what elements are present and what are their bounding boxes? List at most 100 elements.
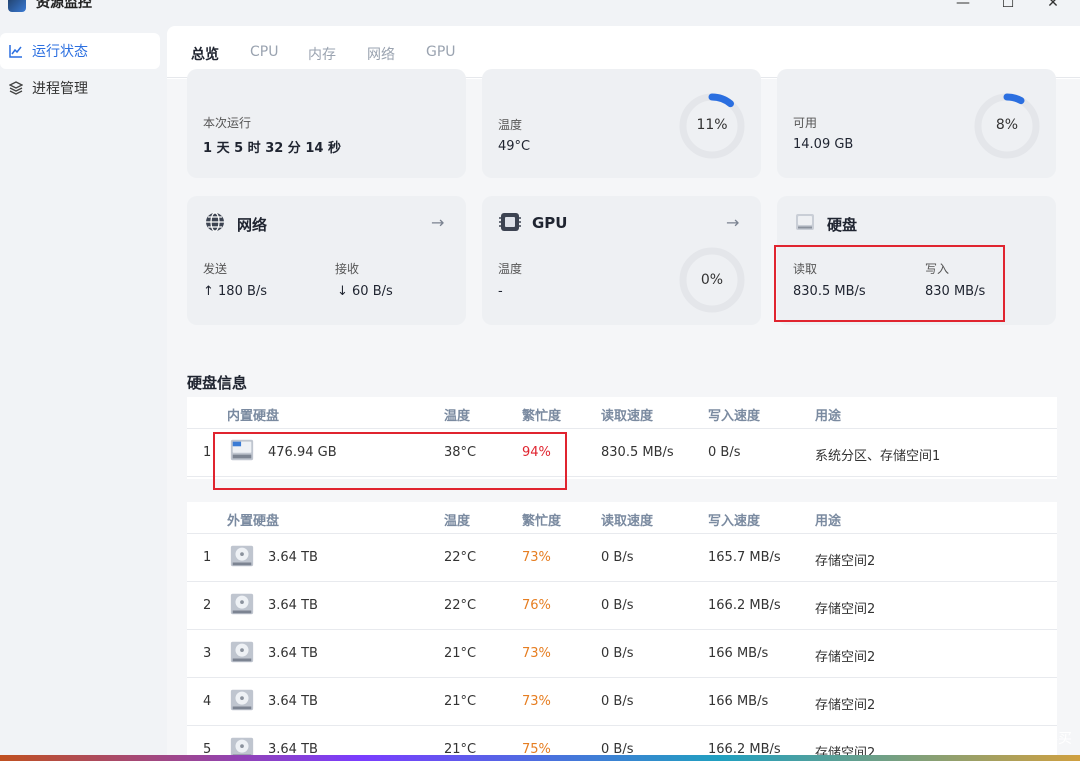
disk-size: 3.64 TB: [268, 550, 318, 565]
col-header: 繁忙度: [522, 514, 562, 529]
col-header: 读取速度: [601, 514, 654, 529]
disk-read-speed: 0 B/s: [601, 550, 634, 565]
disk-title: 硬盘: [827, 216, 858, 234]
disk-read-speed: 0 B/s: [601, 646, 634, 661]
col-header: 读取速度: [601, 409, 654, 424]
disk-size: 3.64 TB: [268, 646, 318, 661]
disk-temp: 21°C: [444, 646, 477, 661]
row-index: 3: [203, 646, 212, 661]
hard-disk-icon: [794, 211, 816, 233]
gpu-card[interactable]: GPU → 温度 - 0%: [482, 196, 761, 325]
overview-content: 本次运行 1 天 5 时 32 分 14 秒 温度 49°C 11% 可用 14…: [167, 69, 1080, 761]
cpu-temp-value: 49°C: [498, 139, 531, 154]
external-disk-table: 外置硬盘 温度 繁忙度 读取速度 写入速度 用途 1 3.64 TB 22°C 73%…: [187, 502, 1057, 761]
minimize-button[interactable]: —: [953, 0, 973, 12]
arrow-right-icon[interactable]: →: [431, 213, 444, 232]
arrow-right-icon[interactable]: →: [726, 213, 739, 232]
memory-available-label: 可用: [793, 116, 818, 130]
gpu-temp-value: -: [498, 284, 503, 299]
disk-write-speed: 165.7 MB/s: [708, 550, 781, 565]
app-title: 资源监控: [36, 0, 92, 11]
memory-available-value: 14.09 GB: [793, 137, 854, 152]
table-row[interactable]: 1 3.64 TB 22°C 73% 0 B/s 165.7 MB/s 存储空间2: [187, 534, 1057, 582]
cpu-card: 温度 49°C 11%: [482, 69, 761, 178]
disk-write-speed: 166 MB/s: [708, 694, 769, 709]
disk-read-speed: 830.5 MB/s: [601, 445, 674, 460]
highlight-box: [213, 432, 567, 490]
maximize-button[interactable]: ☐: [998, 0, 1018, 12]
watermark: 值 什么值得买: [983, 731, 1072, 747]
close-button[interactable]: ✕: [1043, 0, 1063, 12]
network-recv-value: ↓ 60 B/s: [337, 284, 393, 299]
hdd-icon: [230, 689, 254, 711]
tab-overview[interactable]: 总览: [191, 44, 219, 64]
disk-busy: 73%: [522, 694, 551, 709]
network-recv-label: 接收: [335, 262, 360, 276]
app-icon: [8, 0, 26, 12]
memory-usage-text: 8%: [995, 117, 1019, 133]
desktop-wallpaper-strip: [0, 755, 1080, 761]
col-header: 写入速度: [708, 514, 761, 529]
highlight-box: [774, 245, 1005, 322]
network-title: 网络: [237, 216, 268, 234]
layers-icon: [8, 80, 24, 96]
disk-usage: 存储空间2: [815, 698, 876, 713]
disk-info-title: 硬盘信息: [187, 374, 248, 392]
col-header: 温度: [444, 409, 471, 424]
cpu-usage-text: 11%: [696, 117, 728, 133]
disk-read-speed: 0 B/s: [601, 598, 634, 613]
tab-memory[interactable]: 内存: [308, 44, 336, 64]
row-index: 1: [203, 550, 212, 565]
cpu-temp-label: 温度: [498, 118, 523, 132]
uptime-card: 本次运行 1 天 5 时 32 分 14 秒: [187, 69, 466, 178]
disk-usage: 存储空间2: [815, 650, 876, 665]
sidebar-item-label: 运行状态: [32, 44, 88, 60]
disk-usage: 系统分区、存储空间1: [815, 449, 941, 464]
table-header: 外置硬盘 温度 繁忙度 读取速度 写入速度 用途: [187, 502, 1057, 534]
tab-gpu[interactable]: GPU: [426, 44, 456, 60]
col-header: 外置硬盘: [227, 514, 280, 529]
hdd-icon: [230, 641, 254, 663]
tab-cpu[interactable]: CPU: [250, 44, 278, 60]
hdd-icon: [230, 545, 254, 567]
tab-network[interactable]: 网络: [367, 44, 395, 64]
col-header: 繁忙度: [522, 409, 562, 424]
table-row[interactable]: 3 3.64 TB 21°C 73% 0 B/s 166 MB/s 存储空间2: [187, 630, 1057, 678]
sidebar-item-status[interactable]: 运行状态: [0, 33, 160, 69]
disk-temp: 22°C: [444, 598, 477, 613]
row-index: 1: [203, 445, 212, 460]
disk-usage: 存储空间2: [815, 554, 876, 569]
uptime-value: 1 天 5 时 32 分 14 秒: [203, 141, 341, 156]
disk-size: 3.64 TB: [268, 694, 318, 709]
col-header: 温度: [444, 514, 471, 529]
row-index: 4: [203, 694, 212, 709]
memory-card: 可用 14.09 GB 8%: [777, 69, 1056, 178]
main-panel: 总览 CPU 内存 网络 GPU 本次运行 1 天 5 时 32 分 14 秒 …: [167, 26, 1080, 761]
network-send-value: ↑ 180 B/s: [203, 284, 268, 299]
gpu-chip-icon: [499, 211, 521, 233]
gpu-title: GPU: [532, 214, 568, 232]
disk-size: 3.64 TB: [268, 598, 318, 613]
uptime-label: 本次运行: [203, 116, 252, 130]
disk-usage: 存储空间2: [815, 602, 876, 617]
table-row[interactable]: 2 3.64 TB 22°C 76% 0 B/s 166.2 MB/s 存储空间2: [187, 582, 1057, 630]
gpu-temp-label: 温度: [498, 262, 523, 276]
row-index: 2: [203, 598, 212, 613]
disk-busy: 73%: [522, 646, 551, 661]
disk-read-speed: 0 B/s: [601, 694, 634, 709]
title-bar: 资源监控 — ☐ ✕: [0, 0, 1080, 18]
disk-write-speed: 166 MB/s: [708, 646, 769, 661]
col-header: 内置硬盘: [227, 409, 280, 424]
disk-write-speed: 166.2 MB/s: [708, 598, 781, 613]
table-header: 内置硬盘 温度 繁忙度 读取速度 写入速度 用途: [187, 397, 1057, 429]
hdd-icon: [230, 593, 254, 615]
gpu-usage-text: 0%: [700, 272, 724, 288]
disk-write-speed: 0 B/s: [708, 445, 741, 460]
col-header: 用途: [815, 409, 842, 424]
line-chart-icon: [8, 43, 24, 59]
col-header: 用途: [815, 514, 842, 529]
table-row[interactable]: 4 3.64 TB 21°C 73% 0 B/s 166 MB/s 存储空间2: [187, 678, 1057, 726]
sidebar-item-process[interactable]: 进程管理: [0, 70, 160, 106]
network-card[interactable]: 网络 → 发送 ↑ 180 B/s 接收 ↓ 60 B/s: [187, 196, 466, 325]
disk-busy: 73%: [522, 550, 551, 565]
